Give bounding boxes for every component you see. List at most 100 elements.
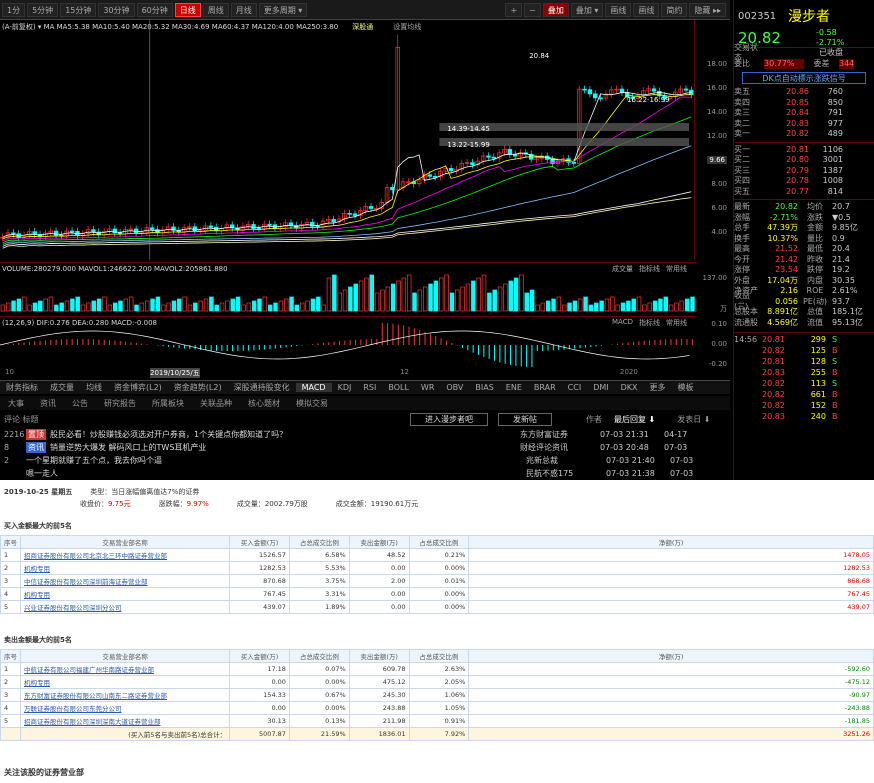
indicator-tab-17[interactable]: DKX [615, 383, 644, 392]
indicator-tab-3[interactable]: 资金博弈(L2) [108, 382, 168, 393]
cell[interactable]: 兴业证券股份有限公司深圳分公司 [19, 600, 231, 614]
toolbar-btn-6[interactable]: 简约 [661, 3, 688, 17]
indicator-tab-19[interactable]: 模板 [672, 382, 700, 393]
cell[interactable]: 招商证券股份有限公司深圳深南大道证券营业部 [19, 714, 231, 728]
period-tab-2[interactable]: 15分钟 [60, 2, 97, 17]
indicator-tab-14[interactable]: BRAR [528, 383, 562, 392]
table-row[interactable]: 3 中信证券股份有限公司深圳前海证券营业部 870.68 3.75% 2.00 0.01%… [0, 574, 874, 588]
news-title[interactable]: 嗯一走人 [26, 468, 526, 479]
indicator-tab-8[interactable]: RSI [357, 383, 382, 392]
sort-post-header[interactable]: 发表日 ⬇ [677, 414, 710, 425]
toolbar-btn-2[interactable]: 叠加 [542, 3, 569, 17]
news-row[interactable]: 2216 置顶 股民必看！炒股赚钱必须选对开户券商，1个关键点你都知道了吗？ 东方财富… [0, 428, 730, 441]
indicator-tab-9[interactable]: BOLL [382, 383, 415, 392]
toolbar-btn-3[interactable]: 叠加 ▾ [570, 3, 604, 17]
cell[interactable]: 机构专用 [19, 587, 231, 601]
news-title[interactable]: 一个星期就赚了五个点，我去你吗个逼 [26, 455, 526, 466]
macd-btn-1[interactable]: 指标线 [639, 318, 660, 328]
cell[interactable]: 东方财富证券股份有限公司山南东二路证券营业部 [19, 688, 231, 702]
news-row[interactable]: 2 一个星期就赚了五个点，我去你吗个逼 兆新总裁 07-03 21:40 07-03 [0, 454, 730, 467]
period-tab-1[interactable]: 5分钟 [27, 2, 59, 17]
indicator-tab-13[interactable]: ENE [500, 383, 528, 392]
cell[interactable]: 万联证券股份有限公司东莞分公司 [19, 701, 231, 715]
table-row[interactable]: 3 东方财富证券股份有限公司山南东二路证券营业部 154.33 0.67% 245.30… [0, 688, 874, 702]
col-header: 序号 [0, 649, 21, 663]
news-row[interactable]: 嗯一走人 民航不惑175 07-03 21:38 07-03 [0, 467, 730, 480]
period-tab-0[interactable]: 1分 [2, 2, 26, 17]
ask-row: 卖二 20.83 977 [734, 119, 874, 130]
news-row[interactable]: 8 资讯 销量逆势大爆发 解码风口上的TWS耳机产业 财经评论资讯 07-03 20:4… [0, 441, 730, 454]
news-tab-6[interactable]: 核心题材 [240, 398, 288, 409]
volume-btn-1[interactable]: 指标线 [639, 264, 660, 274]
indicator-tab-15[interactable]: CCI [562, 383, 588, 392]
stat-row: 总手 47.39万 金额 9.85亿 [734, 223, 874, 234]
followed-brokers-title: 关注该股的证券营业部 [4, 768, 84, 777]
news-tab-2[interactable]: 公告 [64, 398, 96, 409]
cell[interactable]: 中航证券有限公司福建广州华南路证券营业部 [19, 662, 231, 676]
indicator-tab-7[interactable]: KDJ [332, 383, 358, 392]
indicator-tab-4[interactable]: 资金趋势(L2) [168, 382, 228, 393]
news-tab-7[interactable]: 模拟交易 [288, 398, 336, 409]
indicator-tab-0[interactable]: 财务指标 [0, 382, 44, 393]
cell[interactable]: 机构专用 [19, 675, 231, 689]
indicator-tab-1[interactable]: 成交量 [44, 382, 80, 393]
indicator-tab-16[interactable]: DMI [587, 383, 614, 392]
period-tab-5[interactable]: 日线 [174, 2, 201, 17]
news-title[interactable]: 股民必看！炒股赚钱必须选对开户券商，1个关键点你都知道了吗？ [50, 429, 520, 440]
table-row[interactable]: 4 万联证券股份有限公司东莞分公司 0.00 0.00% 243.88 1.05% -243… [0, 701, 874, 715]
period-tab-6[interactable]: 周线 [202, 2, 229, 17]
indicator-tab-5[interactable]: 深股通持股变化 [228, 382, 296, 393]
stat-label2: 涨跌 [807, 212, 823, 222]
news-tab-0[interactable]: 大事 [0, 398, 32, 409]
period-tab-7[interactable]: 月线 [230, 2, 257, 17]
toolbar-btn-1[interactable]: − [524, 3, 541, 17]
sort-reply-header[interactable]: 最后回复 ⬇ [614, 414, 655, 425]
toolbar-btn-5[interactable]: 画线 [633, 3, 660, 17]
volume-panel[interactable]: VOLUME:280279.000 MAVOL1:246622.200 MAVO… [0, 262, 695, 312]
toolbar-btn-7[interactable]: 隐藏 ▸▸ [689, 3, 726, 17]
cell[interactable]: 机构专用 [19, 561, 231, 575]
range-label-2: 14.39-14.45 [447, 125, 489, 133]
table-row[interactable]: 5 兴业证券股份有限公司深圳分公司 439.07 1.89% 0.00 0.00% 439.… [0, 600, 874, 614]
table-row[interactable]: 2 机构专用 1282.53 5.53% 0.00 0.00% 1282.53 [0, 561, 874, 575]
volume-bar [390, 283, 396, 312]
macd-panel[interactable]: (12,26,9) DIF:0.276 DEA:0.280 MACD:-0.00… [0, 316, 695, 376]
cell[interactable]: 中信证券股份有限公司深圳前海证券营业部 [19, 574, 231, 588]
enter-forum-button[interactable]: 进入漫步者吧 [410, 412, 488, 426]
volume-bar [599, 300, 604, 312]
table-row[interactable]: 1 中航证券有限公司福建广州华南路证券营业部 17.18 0.07% 609.78 2.6… [0, 662, 874, 676]
ma-line-30 [2, 116, 692, 244]
table-row[interactable]: 4 机构专用 767.45 3.31% 0.00 0.00% 767.45 [0, 587, 874, 601]
indicator-tab-11[interactable]: OBV [440, 383, 469, 392]
period-tab-4[interactable]: 60分钟 [136, 2, 173, 17]
kline-chart[interactable]: 20.84 16.22-16.99 14.39-14.45 13.22-15.99 [0, 20, 695, 260]
toolbar-btn-4[interactable]: 画线 [605, 3, 632, 17]
dk-signal-link[interactable]: DK点自动標示涨跌信号 [742, 72, 866, 84]
news-tab-3[interactable]: 研究报告 [96, 398, 144, 409]
volume-bar [535, 304, 540, 312]
news-tab-4[interactable]: 所属板块 [144, 398, 192, 409]
table-row[interactable]: 1 招商证券股份有限公司北京北三环中路证券营业部 1526.57 6.58% 48.52… [0, 548, 874, 562]
period-tab-8[interactable]: 更多周期 ▾ [258, 2, 308, 17]
news-tab-1[interactable]: 资讯 [32, 398, 64, 409]
news-title[interactable]: 销量逆势大爆发 解码风口上的TWS耳机产业 [50, 442, 520, 453]
indicator-tab-12[interactable]: BIAS [469, 383, 499, 392]
cell[interactable]: 招商证券股份有限公司北京北三环中路证券营业部 [19, 548, 231, 562]
table-row[interactable]: 5 招商证券股份有限公司深圳深南大道证券营业部 30.13 0.13% 211.98 0.… [0, 714, 874, 728]
table-row[interactable]: 2 机构专用 0.00 0.00% 475.12 2.05% -475.12 [0, 675, 874, 689]
news-post: 04-17 [664, 430, 688, 439]
indicator-tab-10[interactable]: WR [415, 383, 440, 392]
tick-side: B [832, 368, 838, 378]
news-tab-5[interactable]: 关联品种 [192, 398, 240, 409]
macd-btn-0[interactable]: MACD [612, 318, 633, 328]
ma-line-120 [2, 191, 692, 247]
indicator-tab-6[interactable]: MACD [295, 383, 332, 392]
volume-btn-0[interactable]: 成交量 [612, 264, 633, 274]
toolbar-btn-0[interactable]: + [505, 3, 523, 17]
macd-btn-2[interactable]: 常用线 [666, 318, 687, 328]
indicator-tab-2[interactable]: 均线 [80, 382, 108, 393]
indicator-tab-18[interactable]: 更多 [644, 382, 672, 393]
new-post-button[interactable]: 发新帖 [498, 412, 552, 426]
period-tab-3[interactable]: 30分钟 [98, 2, 135, 17]
volume-btn-2[interactable]: 常用线 [666, 264, 687, 274]
